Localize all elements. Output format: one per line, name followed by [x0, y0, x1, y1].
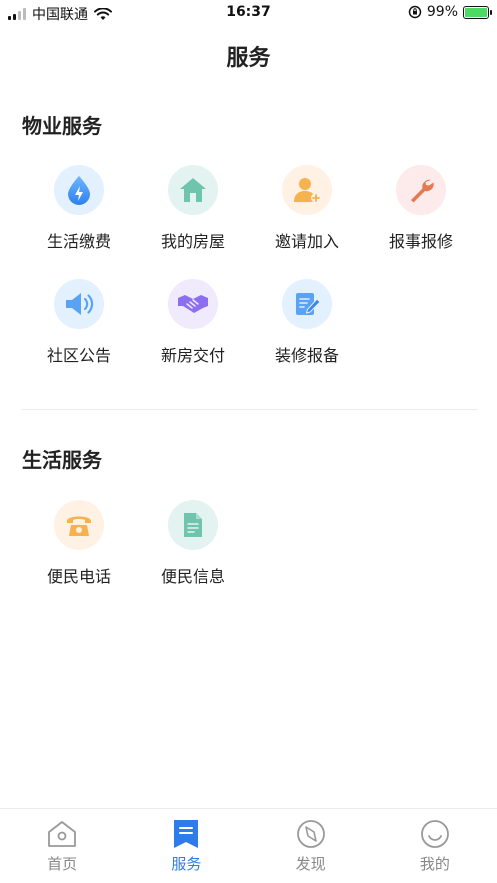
service-item-label: 便民信息	[160, 567, 225, 586]
icon-circle	[168, 279, 218, 329]
wrench-icon	[411, 179, 434, 203]
house-icon	[180, 178, 206, 202]
service-item-label: 生活缴费	[46, 232, 111, 251]
rotation-lock-icon	[408, 5, 422, 19]
phone-icon	[67, 516, 91, 536]
service-item-label: 报事报修	[388, 232, 453, 251]
service-item-renovation[interactable]: 装修报备	[250, 279, 364, 366]
service-item-repair[interactable]: 报事报修	[364, 165, 478, 252]
service-item-label: 新房交付	[160, 346, 225, 365]
service-item-announcement[interactable]: 社区公告	[22, 279, 136, 366]
section-title-life: 生活服务	[22, 448, 102, 472]
home-icon	[48, 821, 77, 847]
service-item-info[interactable]: 便民信息	[136, 500, 250, 587]
battery-icon	[463, 5, 492, 19]
service-item-my-house[interactable]: 我的房屋	[136, 165, 250, 252]
section-divider	[22, 409, 477, 410]
tab-discover[interactable]: 发现	[249, 809, 373, 883]
icon-circle	[168, 165, 218, 215]
service-item-label: 便民电话	[46, 567, 111, 586]
icon-circle	[396, 165, 446, 215]
tab-service[interactable]: 服务	[124, 809, 248, 883]
icon-circle	[54, 500, 104, 550]
handshake-icon	[178, 295, 208, 313]
status-right: 99%	[408, 4, 492, 20]
tab-label: 我的	[419, 855, 450, 873]
status-bar: 中国联通 16:37 99%	[0, 0, 497, 26]
service-item-label: 装修报备	[274, 346, 339, 365]
icon-circle	[54, 165, 104, 215]
edit-doc-icon	[296, 293, 321, 315]
service-icon	[174, 820, 199, 848]
service-item-label: 我的房屋	[160, 232, 225, 251]
tab-home[interactable]: 首页	[0, 809, 124, 883]
service-item-label: 邀请加入	[274, 232, 339, 251]
add-user-icon	[294, 178, 321, 203]
compass-icon	[296, 820, 325, 848]
profile-icon	[420, 820, 449, 848]
service-item-invite[interactable]: 邀请加入	[250, 165, 364, 252]
icon-circle	[282, 165, 332, 215]
tab-profile[interactable]: 我的	[373, 809, 497, 883]
service-item-label: 社区公告	[46, 346, 111, 365]
water-bolt-icon	[68, 176, 90, 205]
icon-circle	[54, 279, 104, 329]
icon-circle	[168, 500, 218, 550]
tab-bar: 首页 服务 发现 我的	[0, 808, 497, 883]
tab-label: 首页	[47, 855, 78, 873]
speaker-icon	[66, 293, 94, 315]
document-icon	[184, 513, 202, 537]
page-title: 服务	[226, 46, 271, 71]
service-item-hotline[interactable]: 便民电话	[22, 500, 136, 587]
battery-percent: 99%	[426, 4, 458, 20]
tab-label: 服务	[171, 855, 202, 873]
section-title-property: 物业服务	[22, 114, 102, 138]
service-item-bill-payment[interactable]: 生活缴费	[22, 165, 136, 252]
tab-label: 发现	[295, 855, 326, 873]
service-item-house-delivery[interactable]: 新房交付	[136, 279, 250, 366]
icon-circle	[282, 279, 332, 329]
